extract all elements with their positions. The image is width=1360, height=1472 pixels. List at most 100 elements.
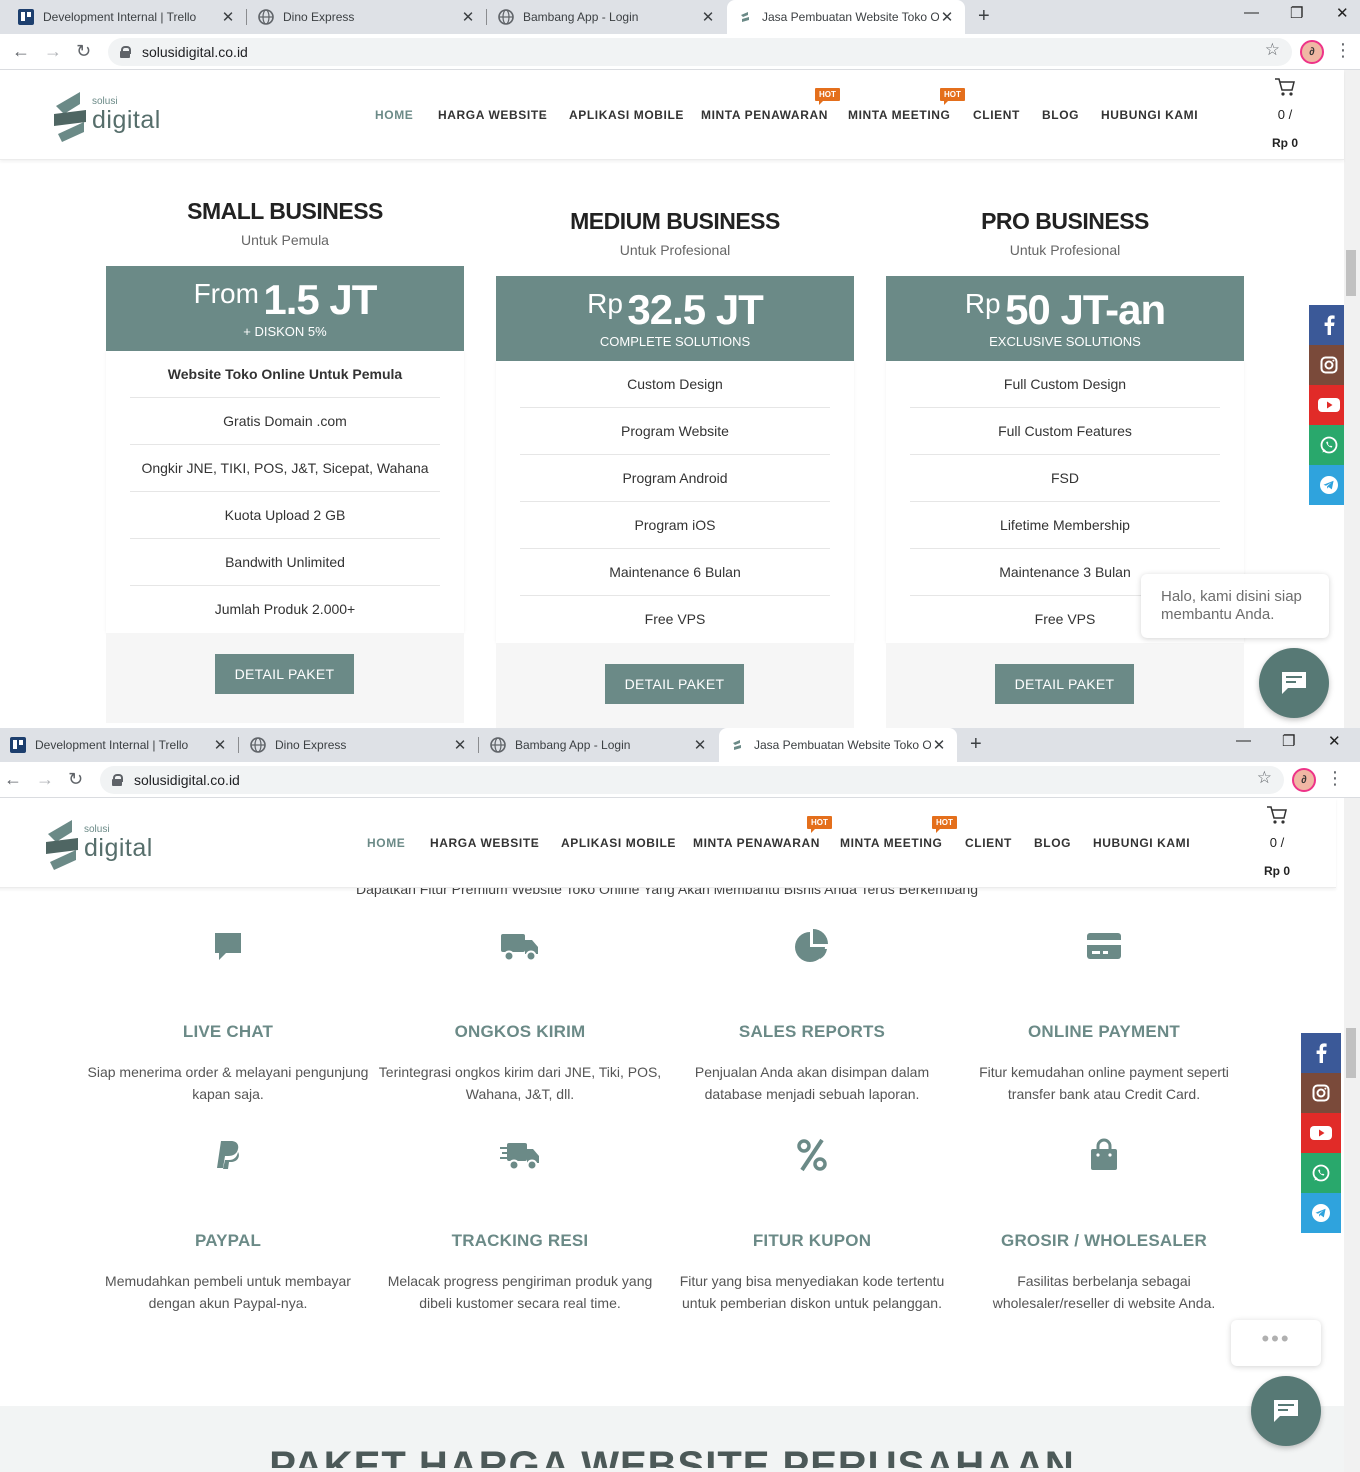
plan-footer: DETAIL PAKET [886, 643, 1244, 728]
youtube-icon[interactable] [1309, 385, 1349, 425]
page-viewport: solusi digital HOME HARGA WEBSITE ⌄ APLI… [0, 70, 1360, 728]
chat-launcher-button[interactable] [1251, 1376, 1321, 1446]
close-tab-icon[interactable]: ✕ [700, 8, 716, 26]
social-sidebar [1309, 305, 1349, 505]
forward-icon[interactable]: → [44, 41, 62, 61]
bookmark-star-icon[interactable]: ☆ [1257, 768, 1272, 788]
back-icon[interactable]: ← [4, 769, 22, 789]
price-box: Rp 50 JT-an EXCLUSIVE SOLUTIONS [886, 276, 1244, 361]
facebook-icon[interactable] [1301, 1033, 1341, 1073]
menu-hubungi-kami[interactable]: HUBUNGI KAMI [1101, 108, 1198, 122]
menu-home[interactable]: HOME [375, 108, 413, 122]
menu-kebab-icon[interactable]: ⋮ [1334, 40, 1352, 60]
close-window-icon[interactable]: ✕ [1336, 4, 1349, 22]
price-note: EXCLUSIVE SOLUTIONS [989, 334, 1141, 349]
address-bar[interactable]: solusidigital.co.id ☆ [100, 766, 1284, 794]
profile-avatar[interactable]: ∂ [1292, 768, 1316, 792]
site-logo-icon [729, 737, 745, 753]
tab-strip: Development Internal | Trello ✕ Dino Exp… [0, 0, 1360, 34]
menu-minta-penawaran[interactable]: MINTA PENAWARAN [693, 836, 820, 850]
price-amount: 50 JT-an [1005, 286, 1166, 333]
menu-home[interactable]: HOME [367, 836, 405, 850]
menu-blog[interactable]: BLOG [1042, 108, 1079, 122]
facebook-icon[interactable] [1309, 305, 1349, 345]
whatsapp-icon[interactable] [1301, 1153, 1341, 1193]
close-tab-icon[interactable]: ✕ [220, 8, 236, 26]
browser-window-top: Development Internal | Trello ✕ Dino Exp… [0, 0, 1360, 728]
close-tab-icon[interactable]: ✕ [692, 736, 708, 754]
tab-bambang[interactable]: Bambang App - Login ✕ [480, 728, 718, 762]
close-window-icon[interactable]: ✕ [1328, 732, 1341, 750]
chat-launcher-button[interactable] [1259, 648, 1329, 718]
instagram-icon[interactable] [1301, 1073, 1341, 1113]
menu-client[interactable]: CLIENT [973, 108, 1020, 122]
scrollbar-thumb[interactable] [1346, 1028, 1356, 1078]
address-bar[interactable]: solusidigital.co.id ☆ [108, 38, 1292, 66]
new-tab-icon[interactable]: + [970, 733, 982, 756]
back-icon[interactable]: ← [12, 41, 30, 61]
site-logo[interactable]: solusi digital [48, 88, 178, 144]
menu-harga-website[interactable]: HARGA WEBSITE [430, 836, 539, 850]
menu-minta-penawaran[interactable]: MINTA PENAWARAN [701, 108, 828, 122]
page-scrollbar[interactable] [1344, 70, 1360, 728]
tab-dino[interactable]: Dino Express ✕ [248, 0, 487, 34]
menu-harga-website[interactable]: HARGA WEBSITE [438, 108, 547, 122]
reload-icon[interactable]: ↻ [68, 769, 83, 789]
tab-bambang[interactable]: Bambang App - Login ✕ [488, 0, 726, 34]
tab-trello[interactable]: Development Internal | Trello ✕ [8, 0, 247, 34]
maximize-icon[interactable]: ❐ [1290, 4, 1303, 22]
menu-minta-meeting[interactable]: MINTA MEETING [840, 836, 942, 850]
cart-widget[interactable]: 0 / Rp 0 [1255, 76, 1315, 150]
chat-greeting-bubble[interactable]: Halo, kami disini siap membantu Anda. [1141, 574, 1329, 638]
tab-trello[interactable]: Development Internal | Trello ✕ [0, 728, 239, 762]
menu-blog[interactable]: BLOG [1034, 836, 1071, 850]
feature-paypal: PAYPAL Memudahkan pembeli untuk membayar… [82, 1135, 374, 1314]
close-tab-icon[interactable]: ✕ [939, 8, 955, 26]
close-tab-icon[interactable]: ✕ [931, 736, 947, 754]
menu-hubungi-kami[interactable]: HUBUNGI KAMI [1093, 836, 1190, 850]
close-tab-icon[interactable]: ✕ [460, 8, 476, 26]
menu-aplikasi-mobile[interactable]: APLIKASI MOBILE [561, 836, 676, 850]
tab-solusidigital[interactable]: Jasa Pembuatan Website Toko Onl ✕ [719, 728, 957, 762]
menu-aplikasi-mobile[interactable]: APLIKASI MOBILE [569, 108, 684, 122]
page-scrollbar[interactable] [1344, 798, 1360, 1472]
feature-sales-reports: SALES REPORTS Penjualan Anda akan disimp… [666, 926, 958, 1105]
forward-icon[interactable]: → [36, 769, 54, 789]
tab-solusidigital[interactable]: Jasa Pembuatan Website Toko Onl ✕ [727, 0, 965, 34]
detail-paket-button[interactable]: DETAIL PAKET [995, 664, 1134, 704]
instagram-icon[interactable] [1309, 345, 1349, 385]
menu-client[interactable]: CLIENT [965, 836, 1012, 850]
plan-footer: DETAIL PAKET [106, 633, 464, 723]
new-tab-icon[interactable]: + [978, 5, 990, 28]
telegram-icon[interactable] [1301, 1193, 1341, 1233]
maximize-icon[interactable]: ❐ [1282, 732, 1295, 750]
scrollbar-thumb[interactable] [1346, 250, 1356, 296]
feature-title: LIVE CHAT [182, 1022, 274, 1041]
feature-title: SALES REPORTS [738, 1022, 886, 1041]
cart-widget[interactable]: 0 / Rp 0 [1247, 804, 1307, 878]
hot-badge: HOT [932, 816, 957, 833]
whatsapp-icon[interactable] [1309, 425, 1349, 465]
menu-kebab-icon[interactable]: ⋮ [1326, 768, 1344, 788]
close-tab-icon[interactable]: ✕ [452, 736, 468, 754]
price-note: + DISKON 5% [243, 324, 327, 339]
detail-paket-button[interactable]: DETAIL PAKET [605, 664, 744, 704]
tab-title: Jasa Pembuatan Website Toko Onl [754, 738, 931, 752]
bookmark-star-icon[interactable]: ☆ [1265, 40, 1280, 60]
feature-title: PAYPAL [194, 1231, 262, 1250]
reload-icon[interactable]: ↻ [76, 41, 91, 61]
menu-minta-meeting[interactable]: MINTA MEETING [848, 108, 950, 122]
close-tab-icon[interactable]: ✕ [212, 736, 228, 754]
tab-dino[interactable]: Dino Express ✕ [240, 728, 479, 762]
minimize-icon[interactable]: — [1244, 4, 1259, 21]
youtube-icon[interactable] [1301, 1113, 1341, 1153]
site-logo[interactable]: solusi digital [40, 816, 170, 872]
profile-avatar[interactable]: ∂ [1300, 40, 1324, 64]
minimize-icon[interactable]: — [1236, 732, 1251, 749]
social-sidebar [1301, 1033, 1341, 1233]
feature-item: Program iOS [520, 502, 830, 549]
detail-paket-button[interactable]: DETAIL PAKET [215, 654, 354, 694]
plan-subtitle: Untuk Pemula [241, 232, 329, 248]
telegram-icon[interactable] [1309, 465, 1349, 505]
feature-desc: Memudahkan pembeli untuk membayar dengan… [105, 1273, 351, 1311]
